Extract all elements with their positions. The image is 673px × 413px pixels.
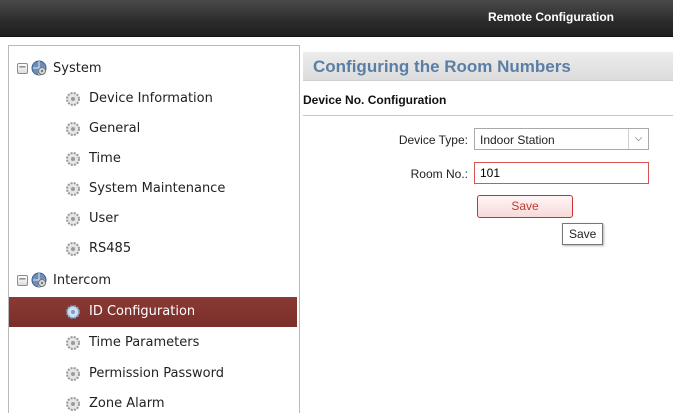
tree-group-system[interactable]: − System xyxy=(9,54,297,84)
section-title: Device No. Configuration xyxy=(303,93,447,107)
sidebar-item-label: System Maintenance xyxy=(89,181,226,196)
sidebar-item-label: ID Configuration xyxy=(89,304,196,319)
sidebar-item-device-information[interactable]: Device Information xyxy=(9,84,297,114)
save-tooltip: Save xyxy=(562,223,604,245)
globe-gear-icon xyxy=(31,60,47,76)
sidebar-item-label: Zone Alarm xyxy=(89,396,165,411)
sidebar-item-label: Time xyxy=(89,151,121,166)
tree-group-label: System xyxy=(53,61,102,76)
sidebar-item-label: RS485 xyxy=(89,241,132,256)
gear-icon xyxy=(66,212,80,226)
gear-icon xyxy=(66,305,80,319)
sidebar-item-label: General xyxy=(89,121,141,136)
page-title: Configuring the Room Numbers xyxy=(313,57,571,76)
room-no-input[interactable] xyxy=(474,162,649,184)
sidebar-item-label: User xyxy=(89,211,119,226)
gear-icon xyxy=(66,182,80,196)
gear-icon xyxy=(66,92,80,106)
gear-icon xyxy=(66,152,80,166)
page-header: Configuring the Room Numbers xyxy=(303,52,673,81)
sidebar-item-rs485[interactable]: RS485 xyxy=(9,234,297,264)
sidebar-item-label: Time Parameters xyxy=(89,335,200,350)
sidebar-item-id-configuration[interactable]: ID Configuration xyxy=(9,297,297,327)
save-button[interactable]: Save xyxy=(477,195,573,218)
collapse-toggle-icon[interactable]: − xyxy=(17,63,28,74)
sidebar-item-zone-alarm[interactable]: Zone Alarm xyxy=(9,389,297,413)
sidebar-item-user[interactable]: User xyxy=(9,204,297,234)
sidebar-item-general[interactable]: General xyxy=(9,114,297,144)
gear-icon xyxy=(66,242,80,256)
collapse-toggle-icon[interactable]: − xyxy=(17,275,28,286)
sidebar-item-time[interactable]: Time xyxy=(9,144,297,174)
title-bar: Remote Configuration xyxy=(0,0,673,37)
navigation-tree: − System Device Information General Time xyxy=(8,45,300,413)
gear-icon xyxy=(66,336,80,350)
section-divider xyxy=(303,115,673,116)
gear-icon xyxy=(66,122,80,136)
sidebar-item-label: Permission Password xyxy=(89,366,224,381)
sidebar-item-label: Device Information xyxy=(89,91,213,106)
device-type-select[interactable]: Indoor Station ⌵ xyxy=(474,128,649,150)
globe-gear-icon xyxy=(31,272,47,288)
tree-group-intercom[interactable]: − Intercom xyxy=(9,266,297,296)
gear-icon xyxy=(66,397,80,411)
device-type-label: Device Type: xyxy=(398,133,468,147)
room-no-label: Room No.: xyxy=(410,167,468,181)
window-title: Remote Configuration xyxy=(488,10,614,24)
device-type-value: Indoor Station xyxy=(480,133,555,147)
sidebar-item-system-maintenance[interactable]: System Maintenance xyxy=(9,174,297,204)
sidebar-item-time-parameters[interactable]: Time Parameters xyxy=(9,328,297,358)
tree-group-label: Intercom xyxy=(53,273,111,288)
chevron-down-icon[interactable]: ⌵ xyxy=(628,129,648,149)
sidebar-item-permission-password[interactable]: Permission Password xyxy=(9,359,297,389)
gear-icon xyxy=(66,367,80,381)
